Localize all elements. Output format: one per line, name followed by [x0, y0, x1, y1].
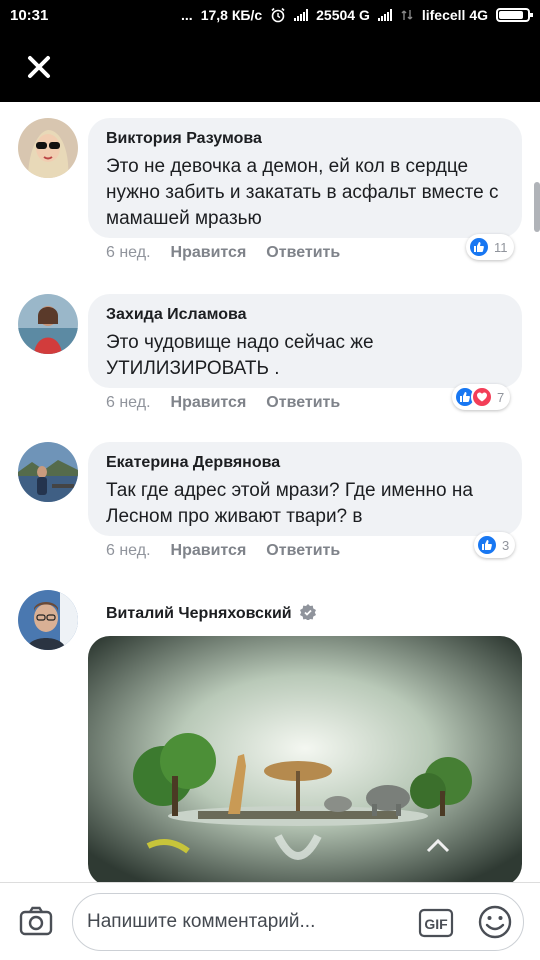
reaction-count: 7	[497, 389, 505, 405]
gif-label: GIF	[424, 916, 448, 932]
battery-level	[499, 11, 523, 19]
reactions-badge[interactable]: 3	[474, 532, 516, 558]
emoji-icon[interactable]	[477, 904, 513, 940]
comment-text: Так где адрес этой мрази? Где именно на …	[106, 480, 473, 527]
status-indicators: ... 17,8 КБ/с 25504 G lifecell 4G	[181, 7, 533, 23]
avatar[interactable]	[18, 442, 78, 502]
status-time: 10:31	[10, 6, 49, 24]
no-signal-icon	[401, 10, 413, 20]
comment-actions: 6 нед. Нравится Ответить	[106, 394, 340, 412]
fantasy-animals-image	[88, 636, 522, 882]
reaction-count: 11	[494, 239, 508, 255]
battery-icon	[496, 8, 533, 22]
comment-actions: 6 нед. Нравится Ответить	[106, 542, 340, 560]
avatar-photo	[18, 118, 78, 178]
verified-badge-icon	[300, 604, 317, 620]
comment-item: Виктория Разумова Это не девочка а демон…	[0, 118, 540, 268]
comment-time[interactable]: 6 нед.	[106, 394, 151, 412]
comment-author-row: Виталий Черняховский	[106, 604, 317, 623]
like-reaction-icon	[476, 534, 498, 556]
signal-label: 25504 G	[316, 7, 370, 23]
comments-feed[interactable]: Виктория Разумова Это не девочка а демон…	[0, 102, 540, 882]
gif-button[interactable]: GIF	[417, 904, 455, 940]
like-reaction-icon	[468, 236, 490, 258]
reactions-badge[interactable]: 11	[466, 234, 514, 260]
comment-item: Екатерина Дервянова Так где адрес этой м…	[0, 442, 540, 572]
comment-text: Это чудовище надо сейчас же УТИЛИЗИРОВАТ…	[106, 332, 374, 379]
reply-button[interactable]: Ответить	[266, 244, 340, 262]
comment-bubble[interactable]: Захида Исламова Это чудовище надо сейчас…	[88, 294, 522, 388]
status-dots: ...	[181, 7, 193, 23]
avatar-photo	[18, 590, 78, 650]
comment-time[interactable]: 6 нед.	[106, 542, 151, 560]
reactions-badge[interactable]: 7	[452, 384, 511, 410]
comment-composer: GIF	[0, 882, 540, 960]
network-speed: 17,8 КБ/с	[200, 7, 263, 23]
comment-image[interactable]	[88, 636, 522, 882]
comment-author[interactable]: Виктория Разумова	[106, 130, 504, 148]
comment-item: Захида Исламова Это чудовище надо сейчас…	[0, 294, 540, 424]
comment-bubble[interactable]: Виктория Разумова Это не девочка а демон…	[88, 118, 522, 238]
comment-author[interactable]: Виталий Черняховский	[106, 605, 292, 622]
comment-bubble[interactable]: Екатерина Дервянова Так где адрес этой м…	[88, 442, 522, 536]
comment-input[interactable]	[87, 906, 407, 938]
avatar[interactable]	[18, 590, 78, 650]
comment-text: Это не девочка а демон, ей кол в сердце …	[106, 156, 499, 229]
avatar-photo	[18, 442, 78, 502]
signal-icon-2	[377, 9, 392, 21]
avatar[interactable]	[18, 118, 78, 178]
reply-button[interactable]: Ответить	[266, 394, 340, 412]
avatar[interactable]	[18, 294, 78, 354]
like-button[interactable]: Нравится	[171, 542, 247, 560]
status-bar: 10:31 ... 17,8 КБ/с 25504 G lifecell 4G	[0, 0, 540, 30]
reaction-count: 3	[502, 537, 510, 553]
comment-input-box[interactable]: GIF	[72, 893, 524, 951]
signal-icon	[294, 9, 309, 21]
like-button[interactable]: Нравится	[171, 244, 247, 262]
comment-time[interactable]: 6 нед.	[106, 244, 151, 262]
close-icon[interactable]	[22, 50, 56, 84]
comment-author[interactable]: Екатерина Дервянова	[106, 454, 504, 472]
comment-actions: 6 нед. Нравится Ответить	[106, 244, 340, 262]
camera-icon[interactable]	[18, 903, 54, 939]
top-bar	[0, 30, 540, 102]
carrier-label: lifecell 4G	[421, 7, 488, 23]
love-reaction-icon	[471, 386, 493, 408]
avatar-photo	[18, 294, 78, 354]
gif-icon: GIF	[418, 908, 454, 938]
like-button[interactable]: Нравится	[171, 394, 247, 412]
comment-author[interactable]: Захида Исламова	[106, 306, 504, 324]
alarm-icon	[271, 7, 285, 23]
reply-button[interactable]: Ответить	[266, 542, 340, 560]
